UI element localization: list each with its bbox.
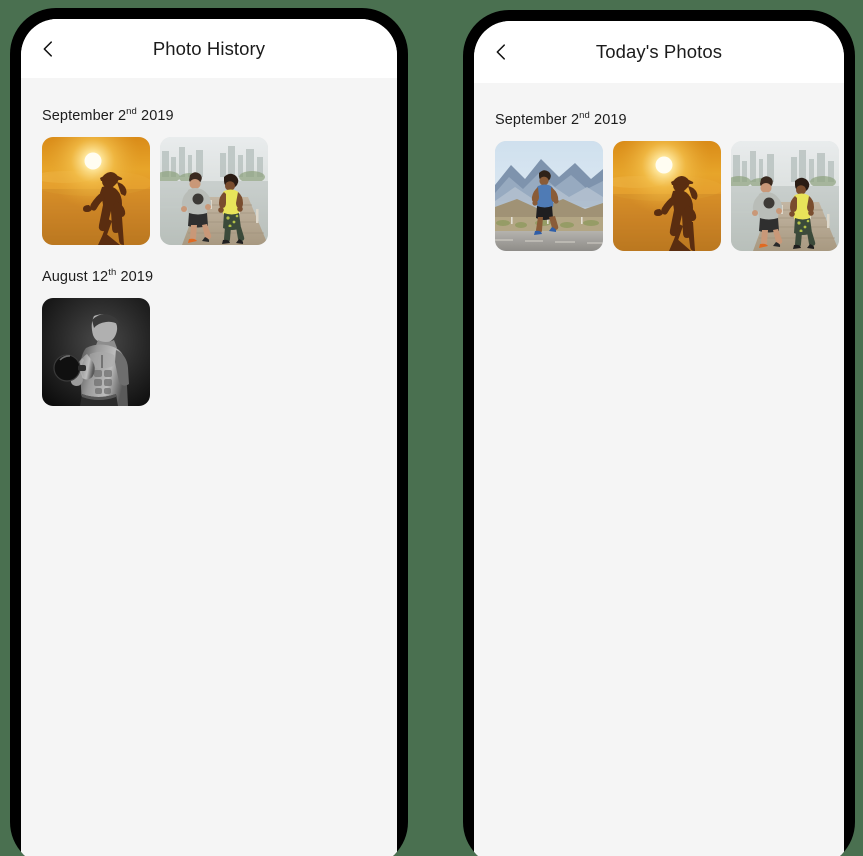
chevron-left-icon [43, 40, 52, 57]
page-title: Photo History [152, 37, 266, 59]
bodybuilder-dumbbell-bw-image [42, 297, 150, 406]
date-main: August 12 [42, 268, 109, 285]
photo-thumbnail-sunset-runner-silhouette[interactable] [42, 136, 150, 245]
back-button[interactable] [31, 32, 65, 66]
date-section: September 2nd 2019 [21, 78, 397, 245]
date-heading: September 2nd 2019 [21, 106, 397, 124]
photo-thumbnail-two-runners-on-pier[interactable] [160, 136, 268, 245]
todays-photos-list: September 2nd 2019 [474, 83, 844, 856]
sunset-runner-silhouette-image [613, 140, 721, 251]
two-runners-on-pier-image [731, 140, 839, 251]
date-heading: August 12th 2019 [21, 267, 397, 285]
two-runners-on-pier-image [160, 136, 268, 245]
thumbnail-row [21, 285, 397, 406]
date-heading: September 2nd 2019 [474, 110, 844, 128]
screen-photo-history: Photo History September 2nd 2019 August … [21, 19, 397, 856]
date-suffix: nd [579, 110, 590, 121]
screen-todays-photos: Today's Photos September 2nd 2019 [474, 21, 844, 856]
navbar-photo-history: Photo History [21, 19, 397, 78]
road-runner-mountains-image [495, 140, 603, 251]
photo-thumbnail-two-runners-on-pier[interactable] [731, 140, 839, 251]
date-year: 2019 [136, 107, 174, 124]
page-title: Today's Photos [595, 41, 723, 62]
photo-history-list: September 2nd 2019 August 12th 2019 [21, 78, 397, 856]
photo-thumbnail-sunset-runner-silhouette[interactable] [613, 140, 721, 251]
navbar-todays-photos: Today's Photos [474, 21, 844, 83]
date-section: August 12th 2019 [21, 245, 397, 406]
sunset-runner-silhouette-image [42, 136, 150, 245]
phone-mockup-todays-photos: Today's Photos September 2nd 2019 [463, 10, 855, 856]
thumbnail-row [474, 128, 844, 251]
date-main: September 2 [42, 107, 127, 124]
phone-mockup-photo-history: Photo History September 2nd 2019 August … [10, 8, 408, 856]
date-suffix: nd [126, 106, 137, 117]
chevron-left-icon [496, 44, 505, 60]
date-year: 2019 [116, 268, 154, 285]
back-button[interactable] [484, 35, 518, 69]
date-main: September 2 [495, 111, 580, 128]
thumbnail-row [21, 124, 397, 245]
date-year: 2019 [589, 111, 627, 128]
photo-thumbnail-bodybuilder-dumbbell-bw[interactable] [42, 297, 150, 406]
photo-thumbnail-road-runner-mountains[interactable] [495, 140, 603, 251]
date-section: September 2nd 2019 [474, 83, 844, 251]
